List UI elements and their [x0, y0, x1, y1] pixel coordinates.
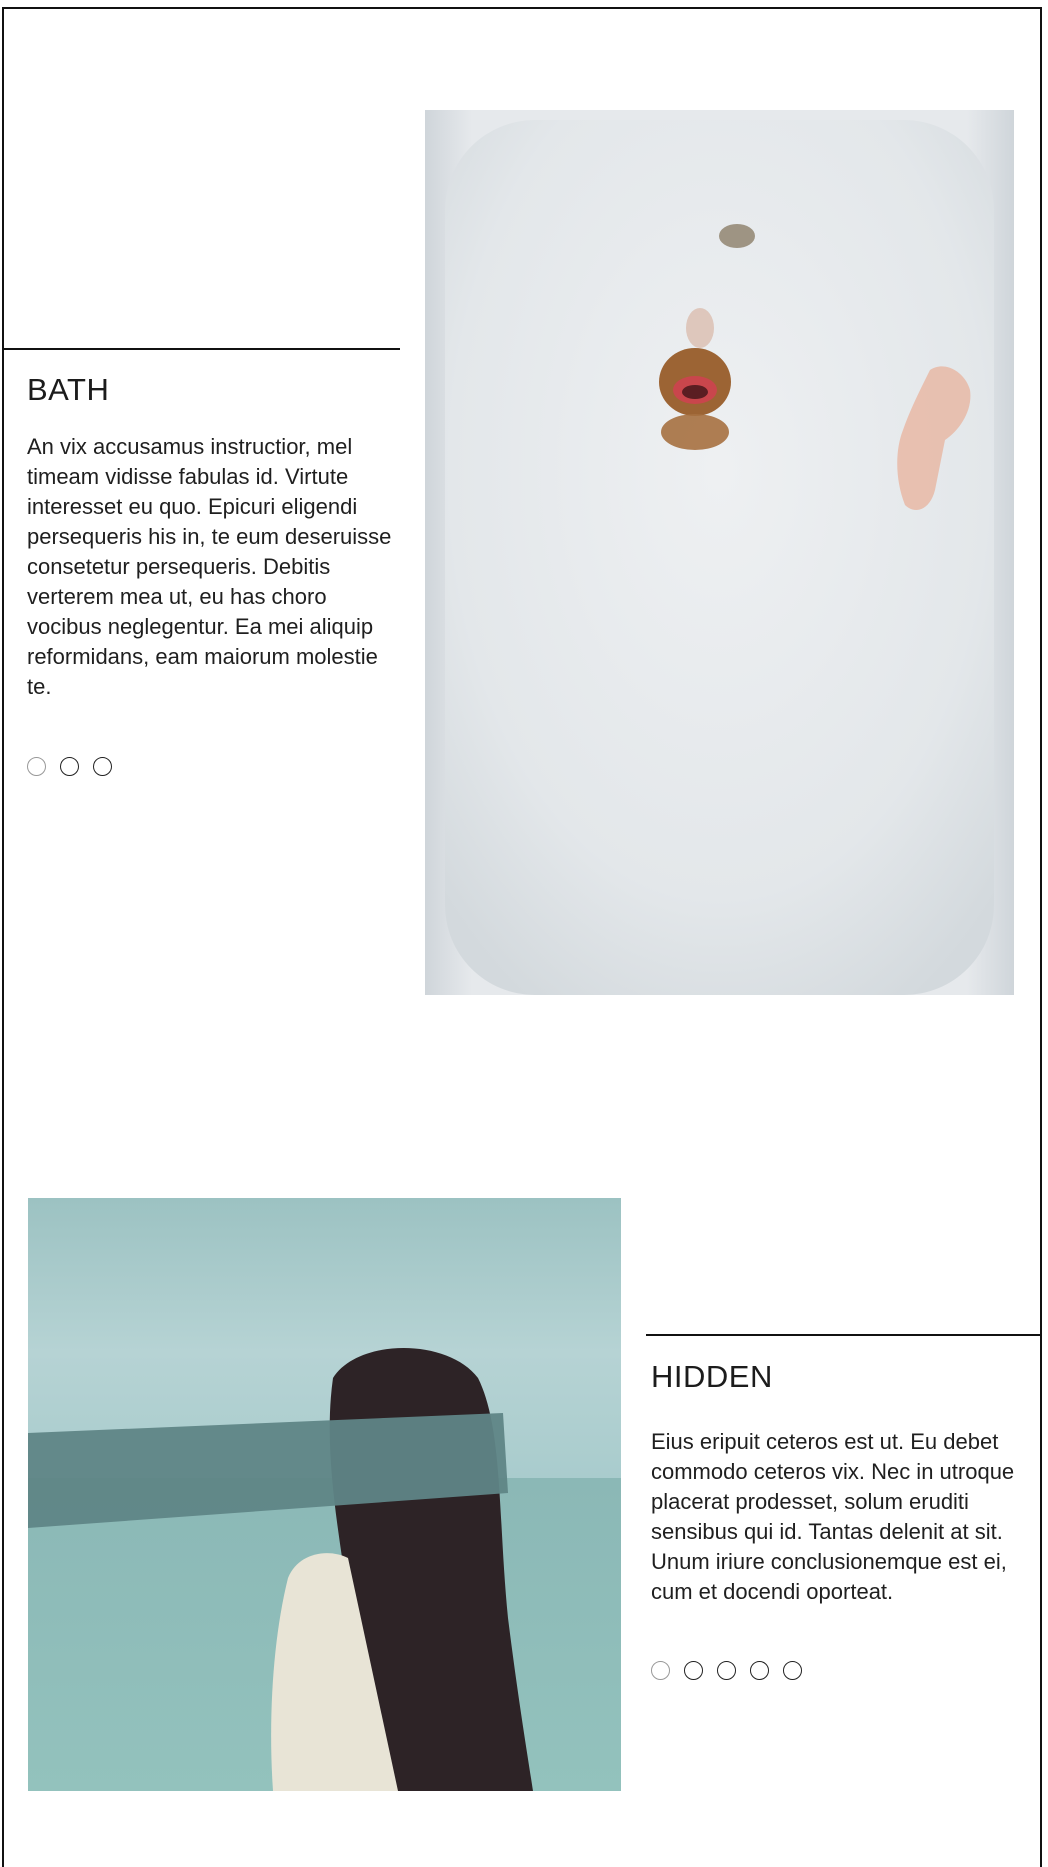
section-title-bath: BATH — [27, 372, 110, 407]
carousel-dot-3[interactable] — [717, 1661, 736, 1680]
carousel-dot-2[interactable] — [684, 1661, 703, 1680]
carousel-dot-3[interactable] — [93, 757, 112, 776]
hidden-photo — [28, 1198, 621, 1791]
section-title-hidden: HIDDEN — [651, 1359, 773, 1394]
carousel-dot-1[interactable] — [27, 757, 46, 776]
carousel-dot-2[interactable] — [60, 757, 79, 776]
section-divider-hidden — [646, 1334, 1042, 1336]
carousel-dot-5[interactable] — [783, 1661, 802, 1680]
carousel-dot-4[interactable] — [750, 1661, 769, 1680]
bath-photo — [425, 110, 1014, 995]
carousel-dots-hidden — [651, 1661, 802, 1680]
section-description-bath: An vix accusamus instructior, mel timeam… — [27, 434, 392, 699]
carousel-dots-bath — [27, 757, 112, 776]
section-description-hidden: Eius eripuit ceteros est ut. Eu debet co… — [651, 1429, 1015, 1604]
carousel-dot-1[interactable] — [651, 1661, 670, 1680]
section-divider-bath — [4, 348, 400, 350]
